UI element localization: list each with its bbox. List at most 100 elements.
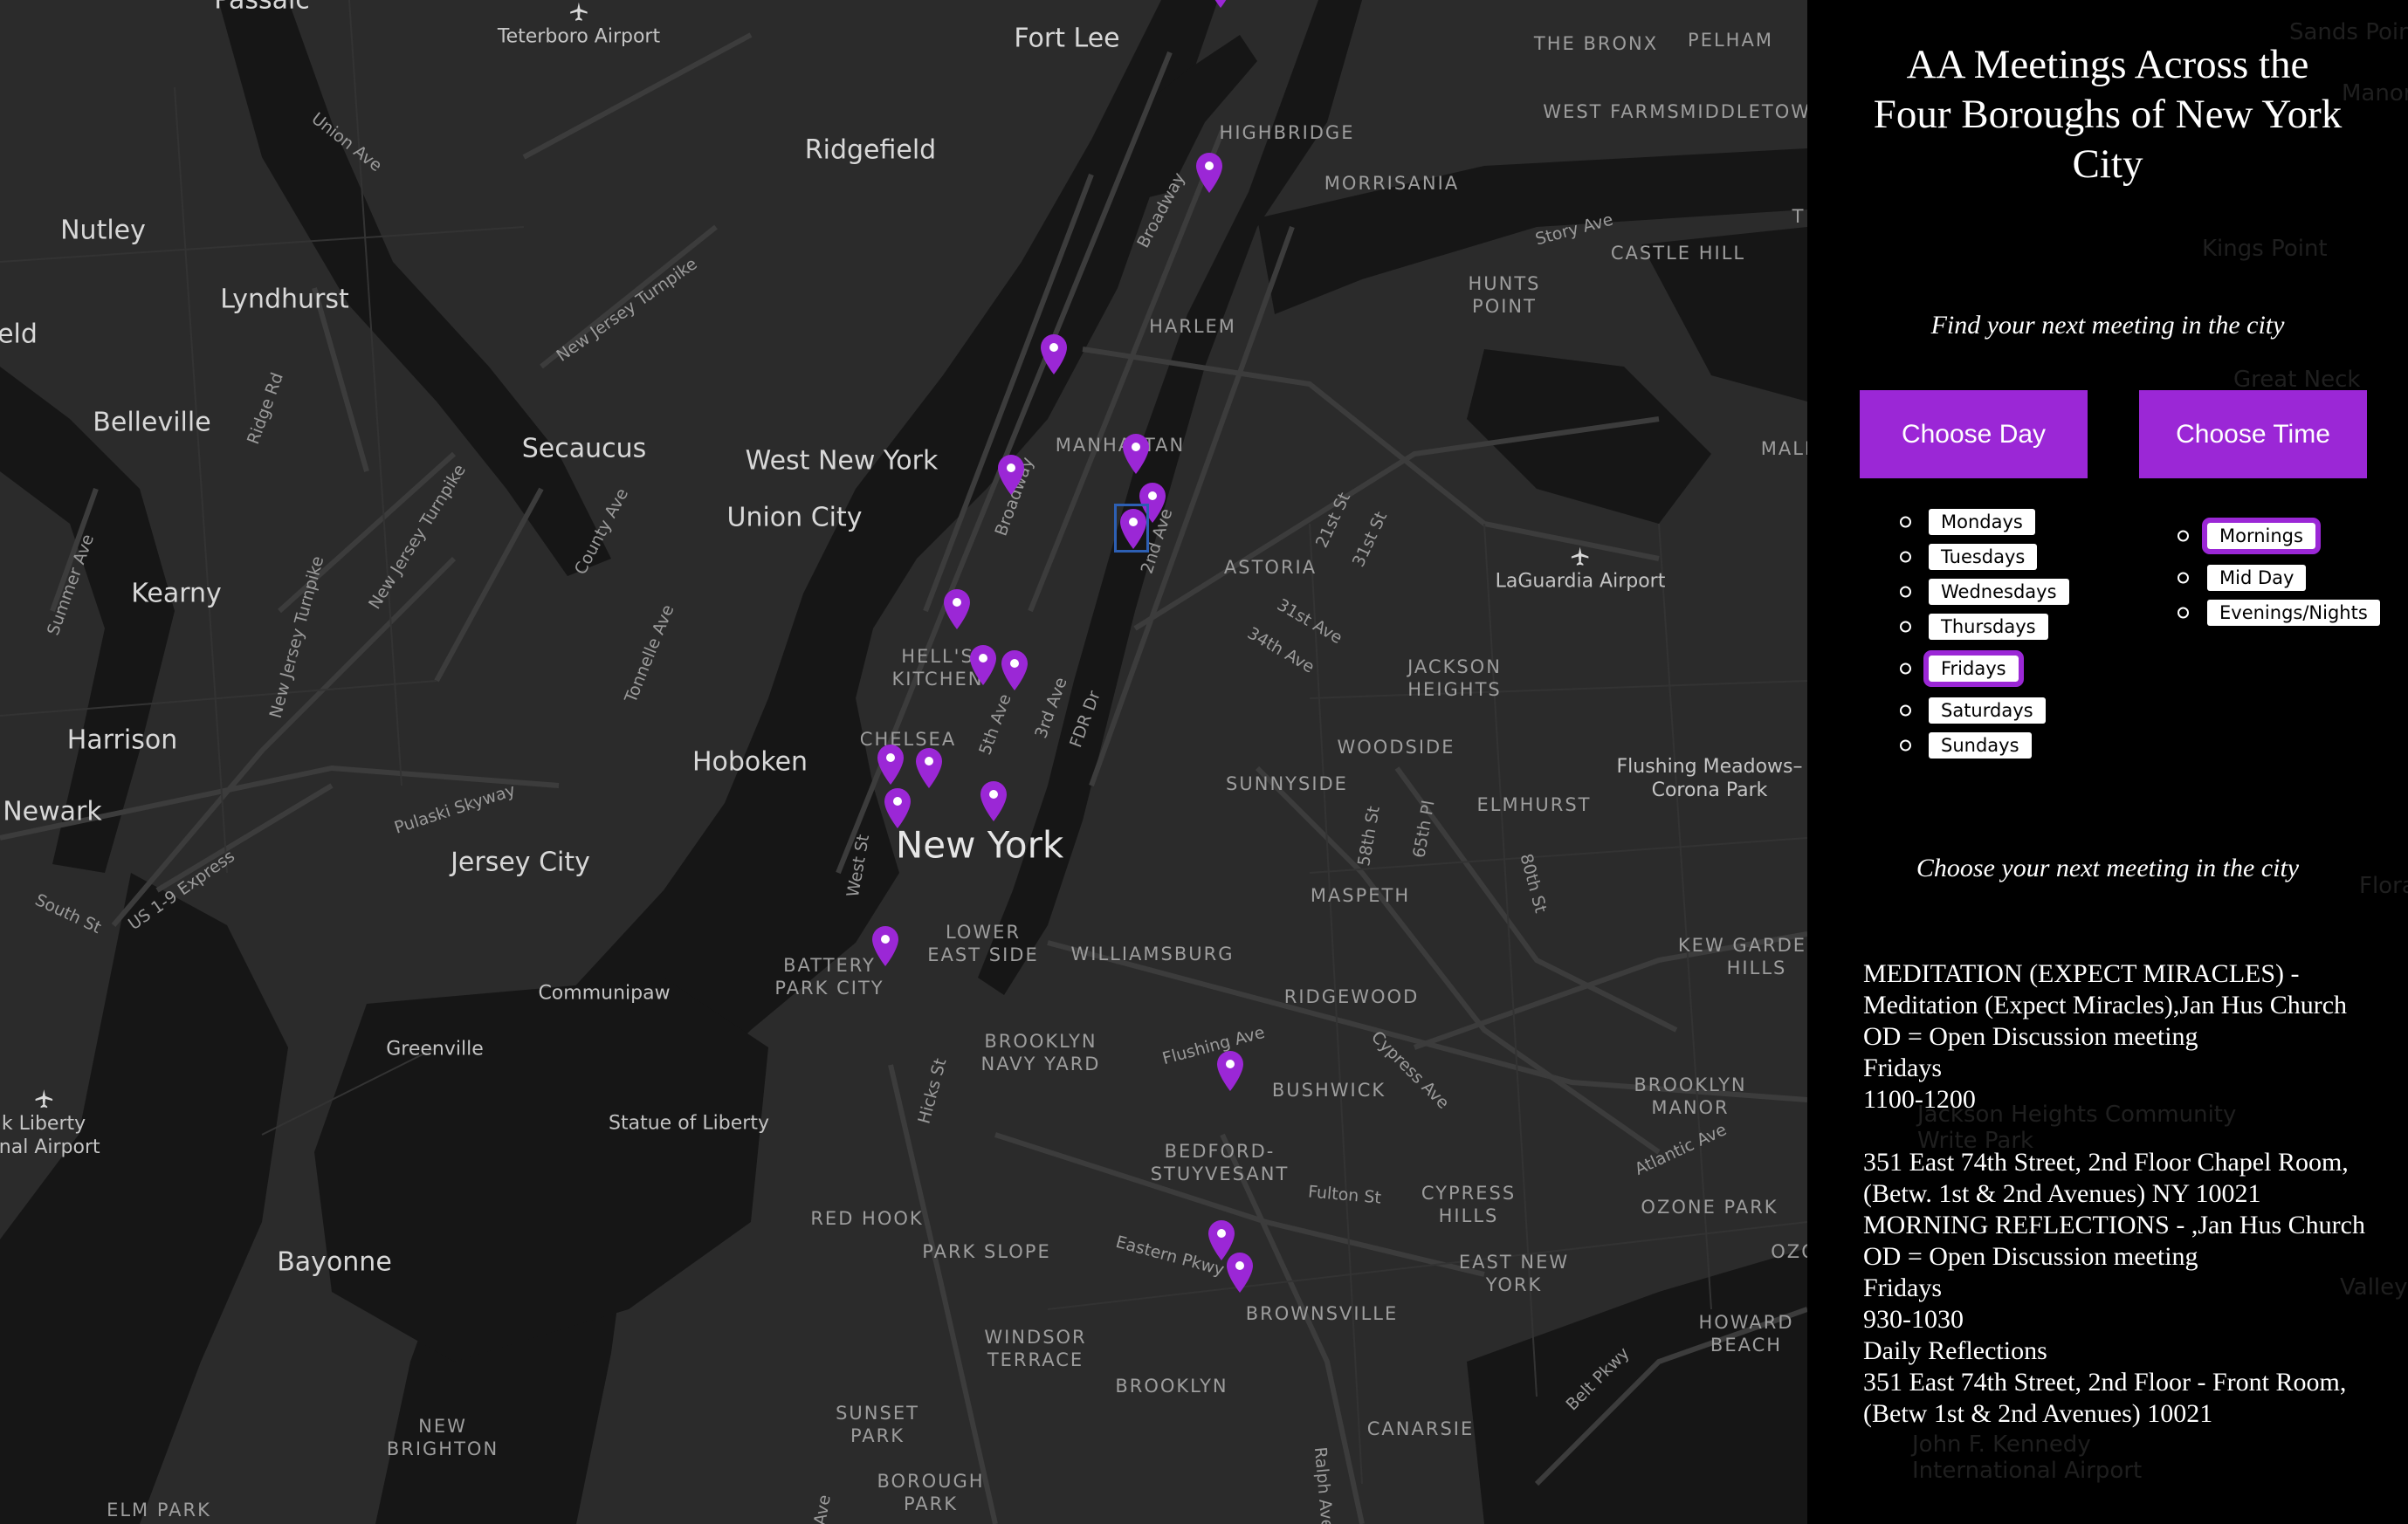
day-option-item: Mondays (1900, 505, 2153, 539)
neighborhood-label: OZONE PARK (1641, 1197, 1778, 1218)
meeting-marker-icon[interactable] (1206, 0, 1235, 9)
airport-icon (498, 1, 660, 24)
meeting-result-line: 1100-1200 (1863, 1085, 1976, 1114)
meeting-marker-icon[interactable] (996, 454, 1026, 496)
airport-icon (1496, 546, 1666, 568)
list-bullet (1900, 551, 1911, 563)
city-label: Ridgefield (804, 134, 937, 166)
neighborhood-label: WEST FARMS (1543, 101, 1681, 122)
neighborhood-label: RIDGEWOOD (1283, 986, 1420, 1007)
list-bullet (1900, 621, 1911, 633)
neighborhood-label: NEW BRIGHTON (386, 1416, 499, 1459)
city-label: Bayonne (277, 1246, 392, 1278)
meeting-marker-icon[interactable] (1121, 433, 1151, 475)
neighborhood-label: WOODSIDE (1337, 737, 1455, 758)
neighborhood-label: WINDSOR TERRACE (984, 1327, 1087, 1370)
time-option-chip[interactable]: Mid Day (2207, 565, 2307, 591)
time-options-list: Mornings Mid Day Evenings/Nights (2178, 511, 2408, 630)
poi-label: LaGuardia Airport (1496, 546, 1666, 594)
day-option-chip[interactable]: Thursdays (1929, 614, 2048, 640)
meeting-marker-icon[interactable] (979, 780, 1008, 822)
poi-label: Teterboro Airport (498, 1, 660, 49)
list-bullet (1900, 739, 1911, 752)
neighborhood-label: CANARSIE (1366, 1418, 1475, 1439)
neighborhood-label: BATTERY PARK CITY (774, 955, 884, 999)
meeting-marker-icon[interactable] (1000, 649, 1029, 691)
meeting-marker-icon[interactable] (1039, 333, 1069, 375)
title-line: City (2072, 141, 2143, 187)
time-option-item: Mornings (2178, 511, 2408, 560)
page-title: AA Meetings Across the Four Boroughs of … (1807, 40, 2408, 189)
meeting-marker-icon[interactable] (1194, 152, 1224, 194)
day-option-chip[interactable]: Wednesdays (1929, 579, 2069, 605)
list-bullet (2178, 530, 2189, 542)
neighborhood-label: BROOKLYN NAVY YARD (980, 1031, 1101, 1074)
poi-label: Communipaw (538, 982, 671, 1005)
neighborhood-label: BEDFORD- STUYVESANT (1150, 1141, 1290, 1184)
meeting-result-line: Fridays (1863, 1054, 1942, 1082)
city-label: Union City (726, 502, 863, 533)
meeting-results: MEDITATION (EXPECT MIRACLES) - Meditation… (1863, 958, 2405, 1430)
meeting-marker-icon[interactable] (876, 744, 905, 786)
poi-label: Statue of Liberty (609, 1112, 769, 1135)
time-option-item: Evenings/Nights (2178, 595, 2408, 630)
city-label: Secaucus (521, 433, 647, 464)
neighborhood-label: HARLEM (1149, 316, 1236, 337)
meeting-result-line: Daily Reflections (1863, 1336, 2047, 1365)
neighborhood-label: SUNNYSIDE (1226, 773, 1348, 794)
meeting-marker-icon[interactable] (968, 644, 998, 686)
meeting-marker-icon[interactable] (914, 747, 944, 789)
meeting-result-line: MORNING REFLECTIONS - ,Jan Hus Church (1863, 1211, 2365, 1239)
meeting-marker-icon[interactable] (942, 588, 972, 630)
meeting-marker-icon[interactable] (1225, 1252, 1255, 1294)
day-option-chip[interactable]: Fridays (1923, 650, 2024, 687)
neighborhood-label: CYPRESS HILLS (1421, 1183, 1517, 1226)
meeting-marker-icon[interactable] (883, 787, 912, 829)
list-bullet (2178, 607, 2189, 619)
day-option-item: Saturdays (1900, 693, 2153, 728)
neighborhood-label: HUNTS POINT (1468, 273, 1541, 317)
neighborhood-label: T (1792, 206, 1806, 227)
day-option-item: Thursdays (1900, 609, 2153, 644)
time-option-chip[interactable]: Mornings (2202, 518, 2321, 554)
choose-time-button[interactable]: Choose Time (2139, 390, 2367, 478)
neighborhood-label: WILLIAMSBURG (1070, 944, 1235, 965)
city-label: West New York (745, 445, 939, 477)
side-panel: Sands PointManorhavenKings PointGreat Ne… (1807, 0, 2408, 1524)
neighborhood-label: CASTLE HILL (1610, 243, 1746, 264)
day-option-chip[interactable]: Sundays (1929, 732, 2032, 759)
time-option-chip[interactable]: Evenings/Nights (2207, 600, 2380, 626)
neighborhood-label: EAST NEW YORK (1458, 1252, 1570, 1295)
meeting-marker-icon[interactable] (1215, 1050, 1245, 1092)
meeting-marker-icon[interactable] (870, 925, 900, 967)
day-option-chip[interactable]: Mondays (1929, 509, 2035, 535)
main-city-label: New York (895, 823, 1064, 867)
day-option-chip[interactable]: Tuesdays (1929, 544, 2038, 570)
meeting-marker-icon[interactable] (1114, 504, 1149, 553)
day-option-chip[interactable]: Saturdays (1929, 697, 2046, 724)
neighborhood-label: THE BRONX (1533, 33, 1659, 54)
neighborhood-label: RED HOOK (810, 1208, 924, 1229)
neighborhood-label: MANHATTAN (1055, 435, 1186, 456)
choose-day-button[interactable]: Choose Day (1860, 390, 2088, 478)
neighborhood-label: JACKSON HEIGHTS (1407, 656, 1502, 700)
neighborhood-label: PELHAM (1688, 30, 1773, 51)
meeting-result-line: Fridays (1863, 1273, 1942, 1302)
poi-label: Greenville (386, 1038, 484, 1061)
neighborhood-label: HIGHBRIDGE (1219, 122, 1355, 143)
neighborhood-label: BROOKLYN MANOR (1634, 1074, 1747, 1118)
neighborhood-label: BROOKLYN (1115, 1376, 1228, 1397)
map[interactable]: Passaic Fort Lee Ridgefield Nutley Lyndhurst… (0, 0, 1807, 1524)
city-label: eld (0, 319, 38, 350)
day-option-item: Fridays (1900, 644, 2153, 693)
list-bullet (1900, 586, 1911, 598)
neighborhood-label: KEW GARDENS HILLS (1677, 935, 1807, 978)
city-label: Fort Lee (1014, 23, 1120, 54)
faded-map-label: John F. Kennedy International Airport (1912, 1431, 2143, 1484)
city-label: Jersey City (451, 847, 590, 878)
meeting-result-line: MEDITATION (EXPECT MIRACLES) - (1863, 959, 2300, 988)
meeting-result-line: 351 East 74th Street, 2nd Floor - Front … (1863, 1368, 2347, 1397)
day-option-item: Wednesdays (1900, 574, 2153, 609)
city-label: Belleville (93, 407, 211, 438)
meeting-result-line: (Betw. 1st & 2nd Avenues) NY 10021 (1863, 1179, 2261, 1208)
